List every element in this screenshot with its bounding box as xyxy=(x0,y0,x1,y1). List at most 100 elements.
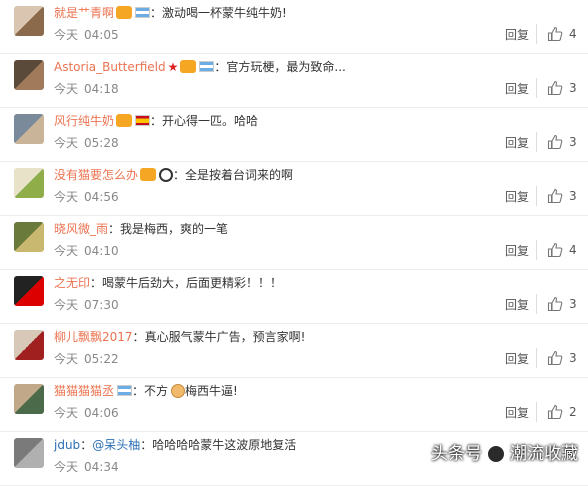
comment-text: 真心服气蒙牛广告，预言家啊! xyxy=(144,330,306,344)
username-link[interactable]: 之无印 xyxy=(54,276,90,290)
time-day: 今天 xyxy=(54,28,79,42)
time-clock: 07:30 xyxy=(84,298,119,312)
time-clock: 04:18 xyxy=(84,82,119,96)
username-link[interactable]: 风行纯牛奶 xyxy=(54,114,114,128)
comment-text: 全是按着台词来的啊 xyxy=(185,168,294,182)
watermark-right: 潮流收藏 xyxy=(510,444,578,464)
colon-separator: ： xyxy=(108,222,121,236)
colon-separator: ： xyxy=(150,6,163,20)
like-button[interactable]: 3 xyxy=(536,78,581,98)
colon-separator: ： xyxy=(173,168,186,182)
like-button[interactable]: 2 xyxy=(536,402,581,422)
comment-line: Astoria_Butterfield ★ ：官方玩梗，最为致命... xyxy=(54,58,346,76)
username-link[interactable]: Astoria_Butterfield xyxy=(54,60,166,74)
time-clock: 05:22 xyxy=(84,352,119,366)
thumbs-up-icon xyxy=(547,26,563,42)
comment-line: 没有猫要怎么办 ：全是按着台词来的啊 xyxy=(54,166,293,184)
time-day: 今天 xyxy=(54,82,79,96)
like-button[interactable]: 4 xyxy=(536,240,581,260)
comment-row: 之无印：喝蒙牛后劲大，后面更精彩！！！ 今天 07:30 回复 3 xyxy=(0,270,588,324)
like-count: 3 xyxy=(569,135,577,149)
comment-time: 今天 05:22 xyxy=(54,352,119,366)
comment-line: 就是艹青啊 ：激动喝一杯蒙牛纯牛奶! xyxy=(54,4,287,22)
time-clock: 04:10 xyxy=(84,244,119,258)
like-count: 4 xyxy=(569,27,577,41)
username-link[interactable]: 柳儿飘飘2017 xyxy=(54,330,133,344)
avatar[interactable] xyxy=(14,168,44,198)
comment-text: 哈哈哈哈蒙牛这波原地复活 xyxy=(152,438,297,452)
reply-button[interactable]: 回复 xyxy=(505,82,529,96)
avatar[interactable] xyxy=(14,222,44,252)
time-day: 今天 xyxy=(54,298,79,312)
time-day: 今天 xyxy=(54,136,79,150)
reply-button[interactable]: 回复 xyxy=(505,190,529,204)
time-day: 今天 xyxy=(54,244,79,258)
like-button[interactable]: 3 xyxy=(536,132,581,152)
thumbs-up-icon xyxy=(547,296,563,312)
colon-separator: ： xyxy=(132,330,145,344)
like-button[interactable]: 3 xyxy=(536,186,581,206)
comment-time: 今天 05:28 xyxy=(54,136,119,150)
comment-text: 我是梅西，爽的一笔 xyxy=(120,222,229,236)
like-count: 3 xyxy=(569,297,577,311)
comment-row: 晓风微_雨：我是梅西，爽的一笔今天 04:10 回复 4 xyxy=(0,216,588,270)
thumbs-up-icon xyxy=(547,80,563,96)
mention-link[interactable]: @呆头柚 xyxy=(92,438,140,452)
avatar[interactable] xyxy=(14,384,44,414)
cat-emoji-icon xyxy=(171,383,186,398)
avatar[interactable] xyxy=(14,114,44,144)
time-clock: 04:05 xyxy=(84,28,119,42)
avatar[interactable] xyxy=(14,438,44,468)
comment-time: 今天 04:05 xyxy=(54,28,119,42)
colon-separator: ： xyxy=(214,60,227,74)
reply-button[interactable]: 回复 xyxy=(505,406,529,420)
avatar[interactable] xyxy=(14,330,44,360)
thumbs-up-icon xyxy=(547,404,563,420)
panda-icon xyxy=(159,167,174,182)
avatar[interactable] xyxy=(14,6,44,36)
watermark-logo-icon xyxy=(486,444,506,464)
comment-row: 就是艹青啊 ：激动喝一杯蒙牛纯牛奶! 今天 04:05 回复 4 xyxy=(0,0,588,54)
comment-row: 柳儿飘飘2017：真心服气蒙牛广告，预言家啊! 今天 05:22 回复 3 xyxy=(0,324,588,378)
reply-button[interactable]: 回复 xyxy=(505,244,529,258)
watermark-left: 头条号 xyxy=(431,444,482,464)
comment-time: 今天 04:18 xyxy=(54,82,119,96)
like-count: 3 xyxy=(569,81,577,95)
like-count: 3 xyxy=(569,351,577,365)
colon-separator: ： xyxy=(132,384,145,398)
comment-time: 今天 04:10 xyxy=(54,244,119,258)
comment-text: 开心得一匹。哈哈 xyxy=(162,114,259,128)
comment-text: 梅西牛逼! xyxy=(185,384,238,398)
reply-button[interactable]: 回复 xyxy=(505,352,529,366)
username-link[interactable]: 没有猫要怎么办 xyxy=(54,168,138,182)
avatar[interactable] xyxy=(14,276,44,306)
reply-button[interactable]: 回复 xyxy=(505,298,529,312)
comment-row: 猫猫猫猫丞 ：不方 梅西牛逼! 今天 04:06 回复 2 xyxy=(0,378,588,432)
username-link[interactable]: 晓风微_雨 xyxy=(54,222,108,236)
like-count: 2 xyxy=(569,405,577,419)
colon-separator: ： xyxy=(80,438,93,452)
comment-time: 今天 04:06 xyxy=(54,406,119,420)
reply-button[interactable]: 回复 xyxy=(505,136,529,150)
comment-row: 没有猫要怎么办 ：全是按着台词来的啊今天 04:56 回复 3 xyxy=(0,162,588,216)
avatar[interactable] xyxy=(14,60,44,90)
comment-time: 今天 07:30 xyxy=(54,298,119,312)
flag-ar-icon xyxy=(117,385,133,396)
like-count: 3 xyxy=(569,189,577,203)
username-link[interactable]: 猫猫猫猫丞 xyxy=(54,384,114,398)
comment-line: 之无印：喝蒙牛后劲大，后面更精彩！！！ xyxy=(54,274,282,292)
like-count: 4 xyxy=(569,243,577,257)
comment-row: 风行纯牛奶 ：开心得一匹。哈哈 今天 05:28 回复 3 xyxy=(0,108,588,162)
username-link[interactable]: 就是艹青啊 xyxy=(54,6,114,20)
crown-badge-icon xyxy=(116,6,133,19)
like-button[interactable]: 3 xyxy=(536,348,581,368)
comment-time: 今天 04:56 xyxy=(54,190,119,204)
username-link[interactable]: jdub xyxy=(54,438,80,452)
crown-badge-icon xyxy=(180,60,197,73)
flag-ar-icon xyxy=(135,7,151,18)
comment-text: 官方玩梗，最为致命... xyxy=(226,60,346,74)
like-button[interactable]: 4 xyxy=(536,24,581,44)
like-button[interactable]: 3 xyxy=(536,294,581,314)
reply-button[interactable]: 回复 xyxy=(505,28,529,42)
comment-text: 激动喝一杯蒙牛纯牛奶! xyxy=(162,6,287,20)
